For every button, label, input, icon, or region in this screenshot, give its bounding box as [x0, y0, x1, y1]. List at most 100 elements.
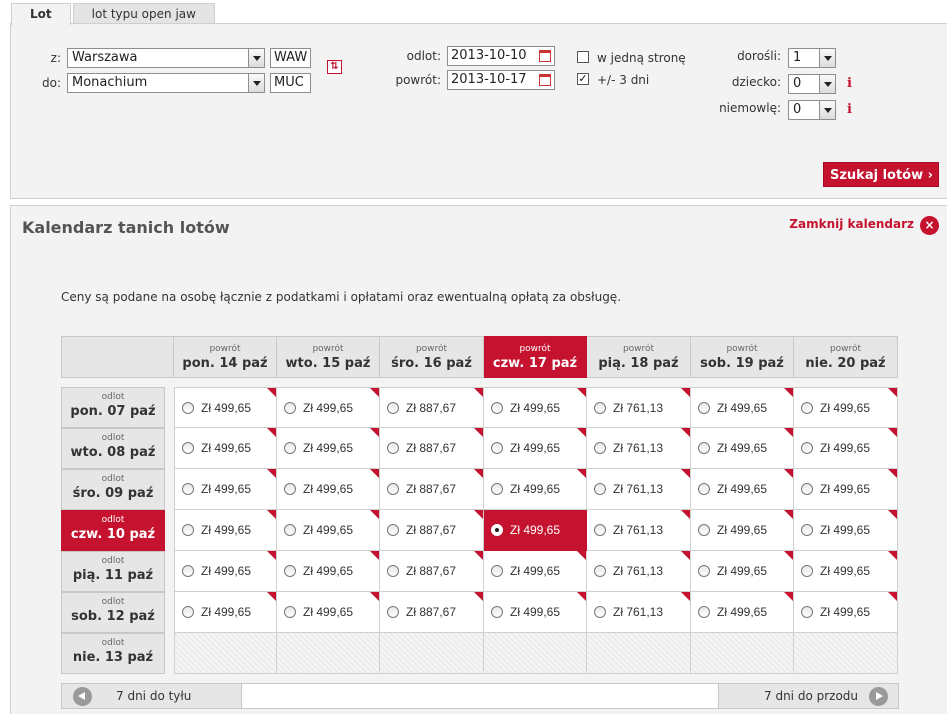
fare-cell[interactable]: Zł 761,13 — [587, 469, 691, 510]
chevron-down-icon[interactable] — [819, 49, 835, 67]
fare-radio[interactable] — [387, 483, 399, 495]
previous-week-button[interactable]: 7 dni do tyłu — [62, 684, 242, 708]
fare-cell[interactable]: Zł 761,13 — [587, 387, 691, 428]
chevron-down-icon[interactable] — [248, 49, 264, 67]
fare-cell[interactable]: Zł 499,65 — [691, 428, 794, 469]
fare-cell[interactable]: Zł 887,67 — [380, 387, 484, 428]
fare-cell[interactable]: Zł 499,65 — [277, 592, 380, 633]
return-date-column-6[interactable]: powrót nie. 20 paź — [794, 336, 898, 378]
calendar-icon[interactable] — [539, 50, 551, 62]
fare-radio[interactable] — [491, 524, 503, 536]
fare-radio[interactable] — [801, 442, 813, 454]
fare-radio[interactable] — [491, 402, 503, 414]
fare-cell[interactable]: Zł 499,65 — [277, 469, 380, 510]
fare-radio[interactable] — [594, 402, 606, 414]
fare-radio[interactable] — [284, 402, 296, 414]
next-week-button[interactable]: 7 dni do przodu — [718, 684, 898, 708]
fare-cell[interactable]: Zł 761,13 — [587, 592, 691, 633]
fare-radio[interactable] — [594, 483, 606, 495]
children-select[interactable]: 0 — [788, 74, 836, 94]
fare-radio[interactable] — [698, 524, 710, 536]
fare-cell[interactable]: Zł 887,67 — [380, 551, 484, 592]
one-way-checkbox[interactable] — [577, 51, 589, 63]
depart-date-row-6[interactable]: odlot nie. 13 paź — [61, 633, 165, 674]
fare-cell[interactable]: Zł 761,13 — [587, 510, 691, 551]
from-code-field[interactable]: WAW — [270, 48, 311, 68]
fare-radio[interactable] — [284, 524, 296, 536]
fare-cell[interactable]: Zł 887,67 — [380, 510, 484, 551]
fare-radio[interactable] — [284, 442, 296, 454]
fare-radio[interactable] — [284, 483, 296, 495]
fare-radio[interactable] — [698, 442, 710, 454]
fare-radio[interactable] — [594, 524, 606, 536]
return-date-column-0[interactable]: powrót pon. 14 paź — [174, 336, 277, 378]
fare-cell[interactable]: Zł 499,65 — [174, 428, 277, 469]
fare-cell[interactable]: Zł 499,65 — [277, 551, 380, 592]
fare-cell[interactable]: Zł 499,65 — [794, 510, 898, 551]
fare-cell[interactable]: Zł 499,65 — [794, 387, 898, 428]
fare-cell[interactable]: Zł 761,13 — [587, 428, 691, 469]
fare-cell[interactable]: Zł 499,65 — [691, 510, 794, 551]
depart-date-row-2[interactable]: odlot śro. 09 paź — [61, 469, 165, 510]
fare-radio[interactable] — [801, 606, 813, 618]
return-date-column-1[interactable]: powrót wto. 15 paź — [277, 336, 380, 378]
fare-radio[interactable] — [182, 606, 194, 618]
depart-date-row-1[interactable]: odlot wto. 08 paź — [61, 428, 165, 469]
fare-radio[interactable] — [491, 565, 503, 577]
fare-cell[interactable]: Zł 499,65 — [794, 428, 898, 469]
fare-radio[interactable] — [387, 442, 399, 454]
fare-cell[interactable]: Zł 499,65 — [174, 510, 277, 551]
fare-radio[interactable] — [387, 524, 399, 536]
depart-date-row-3[interactable]: odlot czw. 10 paź — [61, 510, 165, 551]
calendar-icon[interactable] — [539, 74, 551, 86]
fare-radio[interactable] — [801, 483, 813, 495]
depart-date-row-5[interactable]: odlot sob. 12 paź — [61, 592, 165, 633]
fare-cell[interactable]: Zł 499,65 — [174, 551, 277, 592]
fare-radio[interactable] — [387, 565, 399, 577]
fare-radio[interactable] — [182, 565, 194, 577]
fare-radio[interactable] — [801, 565, 813, 577]
fare-cell[interactable]: Zł 499,65 — [691, 387, 794, 428]
fare-cell[interactable]: Zł 499,65 — [277, 510, 380, 551]
fare-radio[interactable] — [182, 483, 194, 495]
tab-open-jaw[interactable]: lot typu open jaw — [72, 3, 215, 24]
fare-radio[interactable] — [594, 565, 606, 577]
fare-cell[interactable]: Zł 499,65 — [794, 592, 898, 633]
return-date-column-5[interactable]: powrót sob. 19 paź — [691, 336, 794, 378]
fare-cell[interactable]: Zł 499,65 — [484, 387, 587, 428]
fare-radio[interactable] — [491, 483, 503, 495]
fare-radio[interactable] — [182, 442, 194, 454]
fare-cell[interactable]: Zł 499,65 — [794, 469, 898, 510]
depart-date-row-0[interactable]: odlot pon. 07 paź — [61, 387, 165, 428]
children-info-icon[interactable]: i — [847, 76, 852, 91]
fare-cell[interactable]: Zł 499,65 — [484, 469, 587, 510]
chevron-down-icon[interactable] — [819, 75, 835, 93]
chevron-down-icon[interactable] — [819, 101, 835, 119]
fare-cell[interactable]: Zł 499,65 — [794, 551, 898, 592]
from-select[interactable]: Warszawa — [67, 48, 265, 68]
fare-radio[interactable] — [594, 442, 606, 454]
fare-cell[interactable]: Zł 887,67 — [380, 469, 484, 510]
to-select[interactable]: Monachium — [67, 73, 265, 93]
fare-radio[interactable] — [698, 402, 710, 414]
fare-cell[interactable]: Zł 499,65 — [484, 551, 587, 592]
fare-radio[interactable] — [594, 606, 606, 618]
fare-cell[interactable]: Zł 499,65 — [691, 469, 794, 510]
swap-icon[interactable]: ⇅ — [327, 60, 342, 74]
fare-radio[interactable] — [801, 524, 813, 536]
return-date-column-3[interactable]: powrót czw. 17 paź — [484, 336, 587, 378]
fare-cell[interactable]: Zł 887,67 — [380, 592, 484, 633]
fare-cell[interactable]: Zł 499,65 — [174, 469, 277, 510]
return-date-column-2[interactable]: powrót śro. 16 paź — [380, 336, 484, 378]
search-flights-button[interactable]: Szukaj lotów › — [823, 162, 939, 187]
infants-info-icon[interactable]: i — [847, 102, 852, 117]
return-date-field[interactable]: 2013-10-17 — [447, 70, 555, 90]
fare-radio[interactable] — [801, 402, 813, 414]
depart-date-field[interactable]: 2013-10-10 — [447, 46, 555, 66]
flex-days-checkbox[interactable]: ✓ — [577, 73, 589, 85]
return-date-column-4[interactable]: powrót pią. 18 paź — [587, 336, 691, 378]
infants-select[interactable]: 0 — [788, 100, 836, 120]
fare-radio[interactable] — [698, 483, 710, 495]
depart-date-row-4[interactable]: odlot pią. 11 paź — [61, 551, 165, 592]
to-code-field[interactable]: MUC — [270, 73, 311, 93]
